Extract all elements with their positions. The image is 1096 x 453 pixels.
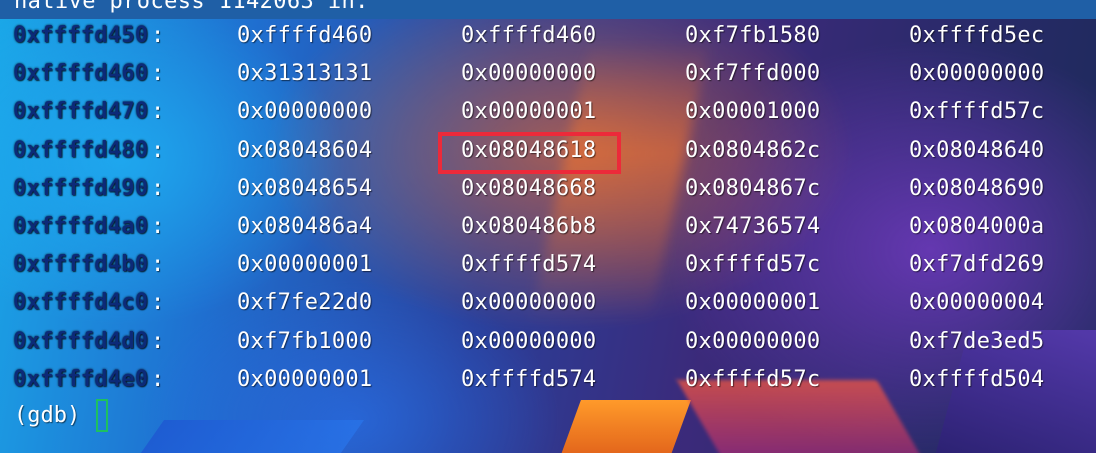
memory-word: 0xffffd460 [237, 23, 373, 48]
memory-word: 0x08048654 [237, 175, 373, 201]
memory-word: 0xffffd504 [909, 366, 1045, 392]
address-separator: : [151, 175, 165, 201]
memory-address: 0xffffd4a0 [13, 213, 149, 239]
memory-row: 0xffffd4b0 : 0x00000001 0xffffd574 0xfff… [0, 245, 1096, 283]
command-line[interactable]: (gdb) [0, 399, 1096, 435]
memory-word: 0x00000000 [237, 99, 373, 125]
memory-address: 0xffffd480 [13, 137, 149, 163]
memory-word: 0xffffd574 [461, 366, 597, 392]
memory-word: 0xffffd57c [909, 99, 1045, 125]
memory-word: 0x08048604 [237, 137, 373, 163]
memory-word: 0x00000001 [237, 366, 373, 392]
address-separator: : [151, 99, 165, 125]
memory-dump: 0xffffd450 : 0xffffd460 0xffffd460 0xf7f… [0, 16, 1096, 398]
memory-word: 0x00000004 [909, 290, 1045, 316]
memory-word: 0xffffd57c [685, 252, 821, 278]
memory-word: 0x00000001 [685, 290, 821, 316]
memory-word: 0xf7fb1000 [237, 328, 373, 354]
memory-word: 0x00000001 [461, 99, 597, 125]
address-separator: : [151, 328, 165, 354]
memory-word: 0x0804862c [685, 137, 821, 163]
memory-word: 0xf7fe22d0 [237, 290, 373, 316]
memory-word: 0x08048668 [461, 175, 597, 201]
memory-address: 0xffffd4c0 [13, 290, 149, 316]
memory-address: 0xffffd4b0 [13, 252, 149, 278]
memory-word: 0xffffd460 [461, 23, 597, 48]
address-separator: : [151, 137, 165, 163]
memory-row: 0xffffd4a0 : 0x080486a4 0x080486b8 0x747… [0, 207, 1096, 245]
memory-word: 0xf7fb1580 [685, 23, 821, 48]
memory-row: 0xffffd4c0 : 0xf7fe22d0 0x00000000 0x000… [0, 283, 1096, 321]
memory-word: 0x00001000 [685, 99, 821, 125]
memory-word: 0xffffd5ec [909, 23, 1045, 48]
memory-word: 0x0804000a [909, 213, 1045, 239]
address-separator: : [151, 366, 165, 392]
memory-row: 0xffffd490 : 0x08048654 0x08048668 0x080… [0, 169, 1096, 207]
memory-word: 0x08048690 [909, 175, 1045, 201]
address-separator: : [151, 61, 165, 87]
memory-word: 0x00000000 [461, 328, 597, 354]
memory-word: 0xf7dfd269 [909, 252, 1045, 278]
memory-word: 0x00000000 [909, 61, 1045, 87]
memory-address: 0xffffd490 [13, 175, 149, 201]
memory-word: 0x08048640 [909, 137, 1045, 163]
address-separator: : [151, 290, 165, 316]
memory-word: 0x0804867c [685, 175, 821, 201]
memory-address: 0xffffd470 [13, 99, 149, 125]
process-status-text: native process 1142063 in: [14, 0, 369, 14]
memory-row: 0xffffd450 : 0xffffd460 0xffffd460 0xf7f… [0, 16, 1096, 54]
address-separator: : [151, 23, 165, 48]
memory-address: 0xffffd4e0 [13, 366, 149, 392]
highlight-annotation-box [438, 132, 621, 174]
memory-word: 0xffffd574 [461, 252, 597, 278]
memory-word: 0x31313131 [237, 61, 373, 87]
memory-word: 0x74736574 [685, 213, 821, 239]
memory-row: 0xffffd470 : 0x00000000 0x00000001 0x000… [0, 92, 1096, 130]
memory-word: 0x00000000 [685, 328, 821, 354]
memory-address: 0xffffd450 [13, 23, 149, 48]
address-separator: : [151, 213, 165, 239]
memory-address: 0xffffd4d0 [13, 328, 149, 354]
memory-word: 0xf7ffd000 [685, 61, 821, 87]
memory-word: 0x080486a4 [237, 213, 373, 239]
memory-row: 0xffffd460 : 0x31313131 0x00000000 0xf7f… [0, 54, 1096, 92]
memory-word: 0xf7de3ed5 [909, 328, 1045, 354]
memory-address: 0xffffd460 [13, 61, 149, 87]
text-cursor[interactable] [96, 399, 108, 432]
memory-word: 0x00000001 [237, 252, 373, 278]
memory-word: 0xffffd57c [685, 366, 821, 392]
memory-word: 0x080486b8 [461, 213, 597, 239]
gdb-prompt: (gdb) [14, 403, 81, 428]
memory-row: 0xffffd4d0 : 0xf7fb1000 0x00000000 0x000… [0, 322, 1096, 360]
memory-word: 0x00000000 [461, 61, 597, 87]
address-separator: : [151, 252, 165, 278]
memory-row: 0xffffd4e0 : 0x00000001 0xffffd574 0xfff… [0, 360, 1096, 398]
memory-word: 0x00000000 [461, 290, 597, 316]
